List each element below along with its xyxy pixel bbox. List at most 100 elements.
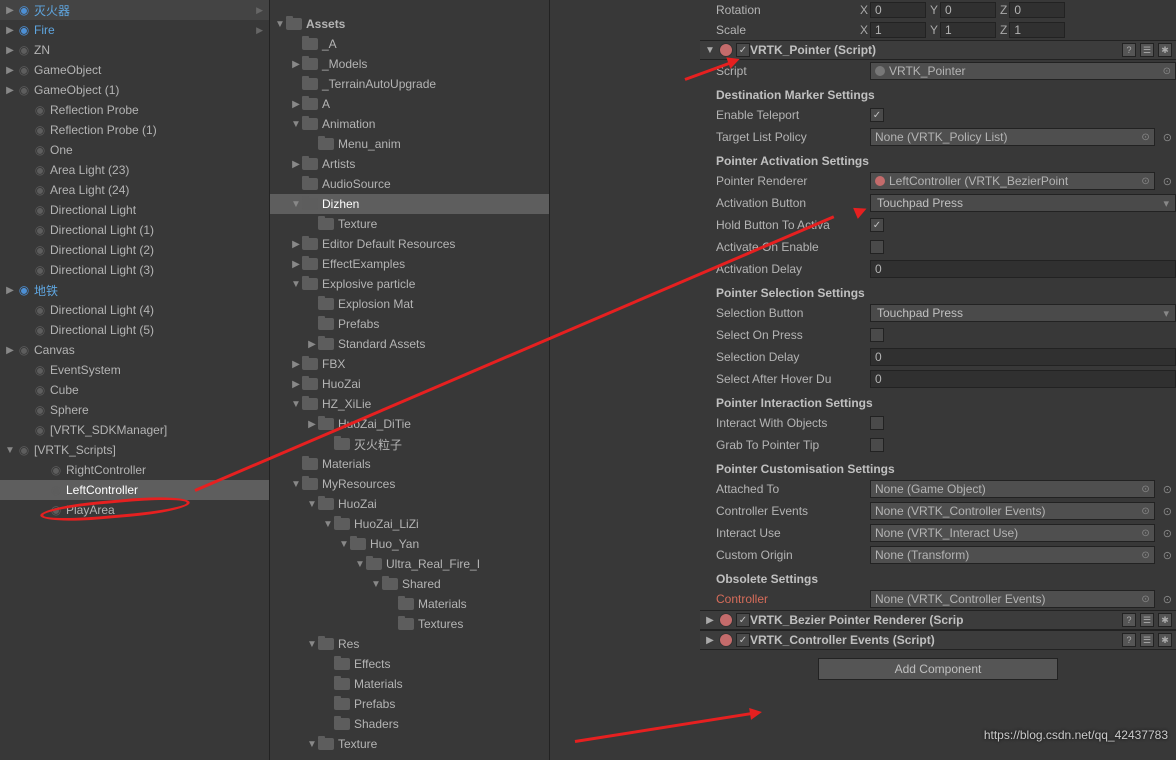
hierarchy-item[interactable]: PlayArea: [0, 500, 269, 520]
project-item[interactable]: Assets: [270, 14, 549, 34]
target-list-field[interactable]: None (VRTK_Policy List): [870, 128, 1155, 146]
foldout-icon[interactable]: [322, 519, 334, 530]
hierarchy-item[interactable]: EventSystem: [0, 360, 269, 380]
hierarchy-item[interactable]: Cube: [0, 380, 269, 400]
hierarchy-item[interactable]: Area Light (23): [0, 160, 269, 180]
picker-icon[interactable]: [1141, 594, 1149, 605]
project-item[interactable]: _TerrainAutoUpgrade: [270, 74, 549, 94]
foldout-icon[interactable]: [4, 45, 16, 56]
activation-delay-field[interactable]: 0: [870, 260, 1176, 278]
foldout-icon[interactable]: [306, 739, 318, 750]
component-enabled-checkbox[interactable]: [736, 613, 750, 627]
project-item[interactable]: AudioSource: [270, 174, 549, 194]
foldout-icon[interactable]: [290, 279, 302, 290]
script-field[interactable]: VRTK_Pointer: [870, 62, 1176, 80]
hierarchy-item[interactable]: [VRTK_SDKManager]: [0, 420, 269, 440]
project-item[interactable]: Res: [270, 634, 549, 654]
project-item[interactable]: Shared: [270, 574, 549, 594]
gear-icon[interactable]: [1158, 613, 1172, 627]
picker-icon[interactable]: [1163, 66, 1171, 77]
select-after-hover-field[interactable]: 0: [870, 370, 1176, 388]
project-item[interactable]: HuoZai_DiTie: [270, 414, 549, 434]
hierarchy-item[interactable]: Directional Light (3): [0, 260, 269, 280]
rotation-z-field[interactable]: 0: [1009, 2, 1065, 18]
foldout-icon[interactable]: [354, 559, 366, 570]
project-item[interactable]: Materials: [270, 454, 549, 474]
project-item[interactable]: Artists: [270, 154, 549, 174]
pointer-renderer-field[interactable]: LeftController (VRTK_BezierPoint: [870, 172, 1155, 190]
hierarchy-item[interactable]: Directional Light (2): [0, 240, 269, 260]
component-enabled-checkbox[interactable]: [736, 43, 750, 57]
hierarchy-item[interactable]: Reflection Probe: [0, 100, 269, 120]
project-item[interactable]: HuoZai: [270, 494, 549, 514]
picker-icon[interactable]: [1141, 550, 1149, 561]
project-item[interactable]: Ultra_Real_Fire_I: [270, 554, 549, 574]
project-item[interactable]: Explosion Mat: [270, 294, 549, 314]
controller-events-header[interactable]: VRTK_Controller Events (Script) ? ☰: [700, 630, 1176, 650]
foldout-icon[interactable]: [306, 339, 318, 350]
project-item[interactable]: Dizhen: [270, 194, 549, 214]
picker-icon[interactable]: [1141, 484, 1149, 495]
foldout-icon[interactable]: [704, 635, 716, 646]
enable-teleport-checkbox[interactable]: [870, 108, 884, 122]
obsolete-controller-field[interactable]: None (VRTK_Controller Events): [870, 590, 1155, 608]
activate-on-enable-checkbox[interactable]: [870, 240, 884, 254]
component-enabled-checkbox[interactable]: [736, 633, 750, 647]
foldout-icon[interactable]: [290, 259, 302, 270]
project-item[interactable]: FBX: [270, 354, 549, 374]
scale-x-field[interactable]: 1: [870, 22, 926, 38]
select-on-press-checkbox[interactable]: [870, 328, 884, 342]
project-item[interactable]: 灭火粒子: [270, 434, 549, 454]
hierarchy-item[interactable]: 地铁: [0, 280, 269, 300]
hierarchy-item[interactable]: RightController: [0, 460, 269, 480]
project-item[interactable]: _A: [270, 34, 549, 54]
project-item[interactable]: _Models: [270, 54, 549, 74]
hierarchy-item[interactable]: Area Light (24): [0, 180, 269, 200]
project-item[interactable]: HuoZai: [270, 374, 549, 394]
picker-icon[interactable]: [1141, 528, 1149, 539]
rotation-y-field[interactable]: 0: [940, 2, 996, 18]
add-component-button[interactable]: Add Component: [818, 658, 1058, 680]
project-item[interactable]: Standard Assets: [270, 334, 549, 354]
hierarchy-item[interactable]: [VRTK_Scripts]: [0, 440, 269, 460]
project-item[interactable]: Texture: [270, 734, 549, 754]
foldout-icon[interactable]: [4, 445, 16, 456]
hierarchy-item[interactable]: Directional Light (5): [0, 320, 269, 340]
preset-icon[interactable]: ☰: [1140, 633, 1154, 647]
hierarchy-item[interactable]: GameObject: [0, 60, 269, 80]
hierarchy-item[interactable]: Reflection Probe (1): [0, 120, 269, 140]
controller-events-field[interactable]: None (VRTK_Controller Events): [870, 502, 1155, 520]
target-icon[interactable]: [1163, 483, 1172, 496]
foldout-icon[interactable]: [290, 479, 302, 490]
foldout-icon[interactable]: [4, 85, 16, 96]
selection-button-dropdown[interactable]: Touchpad Press: [870, 304, 1176, 322]
hierarchy-item[interactable]: LeftController: [0, 480, 269, 500]
gear-icon[interactable]: [1158, 633, 1172, 647]
interact-objects-checkbox[interactable]: [870, 416, 884, 430]
project-item[interactable]: EffectExamples: [270, 254, 549, 274]
hierarchy-item[interactable]: Sphere: [0, 400, 269, 420]
hierarchy-item[interactable]: Directional Light (4): [0, 300, 269, 320]
project-item[interactable]: Huo_Yan: [270, 534, 549, 554]
rotation-x-field[interactable]: 0: [870, 2, 926, 18]
project-item[interactable]: Materials: [270, 674, 549, 694]
gear-icon[interactable]: [1158, 43, 1172, 57]
project-item[interactable]: HZ_XiLie: [270, 394, 549, 414]
picker-icon[interactable]: [1141, 176, 1149, 187]
foldout-icon[interactable]: [4, 25, 16, 36]
project-item[interactable]: HuoZai_LiZi: [270, 514, 549, 534]
foldout-icon[interactable]: [4, 345, 16, 356]
help-icon[interactable]: ?: [1122, 43, 1136, 57]
project-item[interactable]: Explosive particle: [270, 274, 549, 294]
hierarchy-item[interactable]: Canvas: [0, 340, 269, 360]
hierarchy-item[interactable]: 灭火器: [0, 0, 269, 20]
target-icon[interactable]: [1163, 175, 1172, 188]
foldout-icon[interactable]: [338, 539, 350, 550]
foldout-icon[interactable]: [704, 615, 716, 626]
project-item[interactable]: Textures: [270, 614, 549, 634]
help-icon[interactable]: ?: [1122, 613, 1136, 627]
project-item[interactable]: Effects: [270, 654, 549, 674]
project-item[interactable]: Editor Default Resources: [270, 234, 549, 254]
foldout-icon[interactable]: [290, 239, 302, 250]
foldout-icon[interactable]: [306, 419, 318, 430]
